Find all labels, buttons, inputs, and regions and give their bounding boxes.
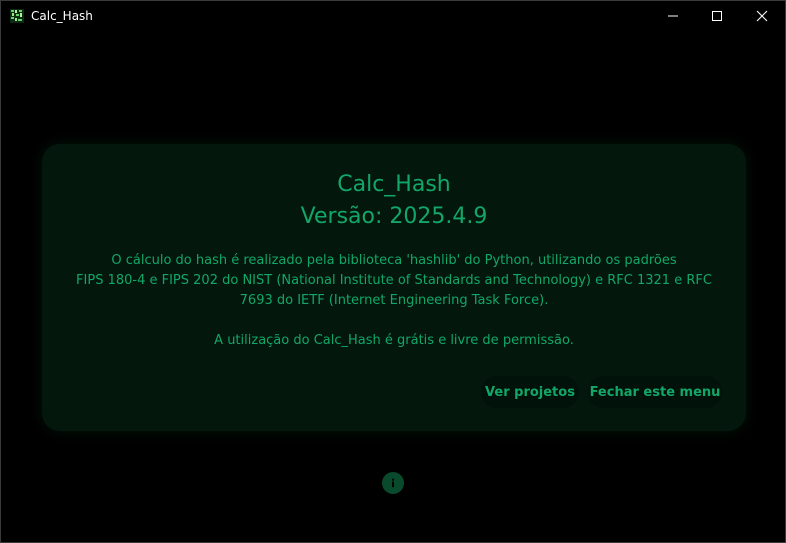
minimize-button[interactable] [650, 1, 695, 32]
dialog-app-name: Calc_Hash [337, 172, 451, 197]
dialog-version: Versão: 2025.4.9 [300, 204, 488, 229]
view-projects-button[interactable]: Ver projetos [481, 376, 579, 408]
description-line: FIPS 180-4 e FIPS 202 do NIST (National … [76, 273, 712, 288]
maximize-button[interactable] [694, 1, 739, 32]
window-title: Calc_Hash [31, 9, 93, 23]
minimize-icon [667, 7, 679, 26]
description-line: 7693 do IETF (Internet Engineering Task … [239, 293, 549, 308]
close-window-button[interactable] [739, 1, 784, 32]
main-area: Calc_Hash Versão: 2025.4.9 O cálculo do … [1, 32, 785, 542]
maximize-icon [711, 7, 723, 26]
app-window: Calc_Hash Calc_Hash Versão: 2025.4.9 O c… [0, 0, 786, 543]
title-bar[interactable]: Calc_Hash [1, 1, 785, 32]
dialog-description: O cálculo do hash é realizado pela bibli… [72, 251, 716, 311]
app-icon [9, 8, 25, 24]
license-text: A utilização do Calc_Hash é grátis e liv… [214, 333, 574, 348]
close-icon [756, 7, 768, 26]
close-menu-button[interactable]: Fechar este menu [588, 376, 722, 408]
info-button[interactable] [382, 472, 404, 494]
info-icon [387, 474, 399, 493]
description-line: O cálculo do hash é realizado pela bibli… [111, 253, 677, 268]
about-dialog: Calc_Hash Versão: 2025.4.9 O cálculo do … [42, 144, 746, 431]
